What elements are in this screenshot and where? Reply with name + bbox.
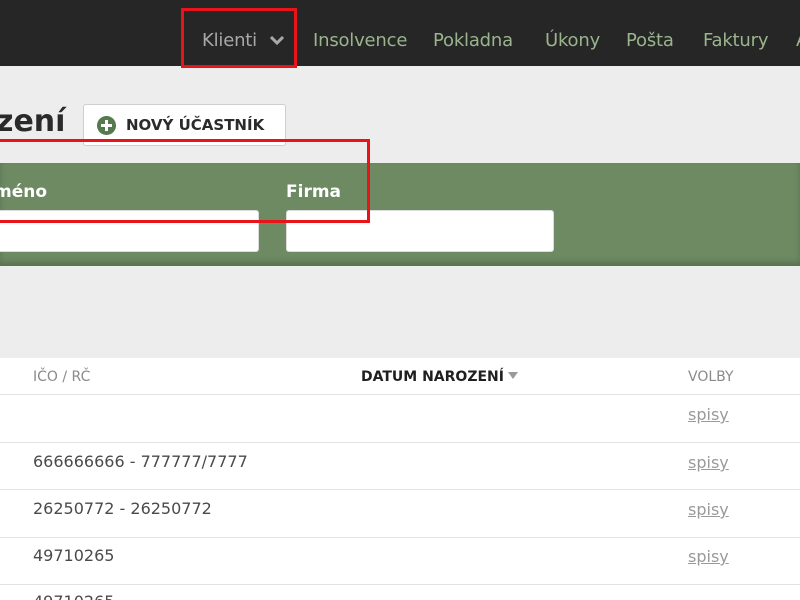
row-4-spisy-link[interactable]: spisy: [688, 547, 729, 566]
highlight-box-filter: [0, 139, 370, 223]
row-divider: [0, 442, 800, 443]
row-divider: [0, 537, 800, 538]
page-title: zení: [0, 104, 66, 139]
sort-descending-icon: [507, 372, 518, 379]
row-2-spisy-link[interactable]: spisy: [688, 453, 729, 472]
column-header-ico-rc[interactable]: IČO / RČ: [33, 369, 90, 385]
highlight-box-klienti: [181, 8, 297, 68]
column-header-volby: VOLBY: [688, 369, 734, 385]
row-2-ico-rc: 666666666 - 777777/7777: [33, 452, 248, 471]
column-header-datum-narozeni[interactable]: DATUM NAROZENÍ: [361, 369, 518, 385]
row-1-spisy-link[interactable]: spisy: [688, 405, 729, 424]
nav-insolvence[interactable]: Insolvence: [313, 30, 407, 51]
row-3-spisy-link[interactable]: spisy: [688, 500, 729, 519]
column-header-datum-narozeni-label: DATUM NAROZENÍ: [361, 369, 504, 385]
row-4-ico-rc: 49710265: [33, 546, 115, 565]
row-divider: [0, 584, 800, 585]
nav-posta[interactable]: Pošta: [626, 30, 674, 51]
plus-circle-icon: [97, 115, 116, 135]
row-5-ico-rc: 49710265: [33, 592, 114, 600]
new-participant-button-label: NOVÝ ÚČASTNÍK: [126, 116, 265, 134]
nav-item-cut-off[interactable]: A: [796, 30, 800, 51]
row-divider: [0, 489, 800, 490]
row-3-ico-rc: 26250772 - 26250772: [33, 499, 212, 518]
nav-ukony[interactable]: Úkony: [545, 30, 600, 51]
nav-pokladna[interactable]: Pokladna: [433, 30, 513, 51]
nav-faktury[interactable]: Faktury: [703, 30, 768, 51]
row-divider: [0, 394, 800, 395]
